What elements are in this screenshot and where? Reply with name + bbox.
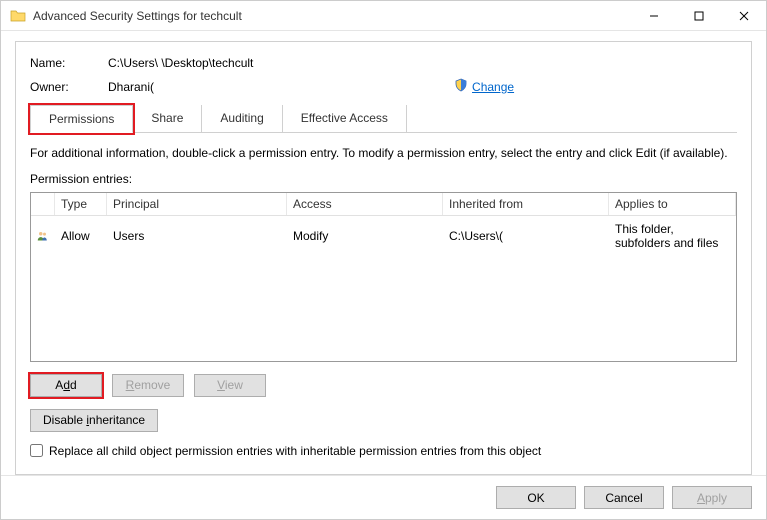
cell-applies: This folder, subfolders and files	[609, 220, 736, 252]
window-root: Advanced Security Settings for techcult …	[0, 0, 767, 520]
name-label: Name:	[30, 56, 108, 70]
users-icon	[31, 227, 55, 245]
add-label: Add	[55, 378, 76, 392]
table-row[interactable]: Allow Users Modify C:\Users\( This folde…	[31, 216, 736, 256]
owner-row: Owner: Dharani( Change	[30, 78, 737, 95]
add-button[interactable]: Add	[30, 374, 102, 397]
replace-checkbox-row[interactable]: Replace all child object permission entr…	[30, 444, 737, 458]
content-area: Name: C:\Users\ \Desktop\techcult Owner:…	[1, 31, 766, 475]
apply-label: Apply	[697, 491, 727, 505]
replace-checkbox[interactable]	[30, 444, 43, 457]
close-button[interactable]	[721, 1, 766, 30]
cell-principal: Users	[107, 227, 287, 245]
col-principal[interactable]: Principal	[107, 193, 287, 215]
cell-type: Allow	[55, 227, 107, 245]
tab-effective-access[interactable]: Effective Access	[283, 105, 407, 132]
col-icon	[31, 193, 55, 215]
name-row: Name: C:\Users\ \Desktop\techcult	[30, 56, 737, 70]
col-type[interactable]: Type	[55, 193, 107, 215]
col-access[interactable]: Access	[287, 193, 443, 215]
remove-button: Remove	[112, 374, 184, 397]
replace-label: Replace all child object permission entr…	[49, 444, 541, 458]
maximize-button[interactable]	[676, 1, 721, 30]
view-button: View	[194, 374, 266, 397]
inner-panel: Name: C:\Users\ \Desktop\techcult Owner:…	[15, 41, 752, 475]
remove-label: Remove	[126, 378, 171, 392]
dialog-footer: OK Cancel Apply	[1, 475, 766, 519]
cell-inherited: C:\Users\(	[443, 227, 609, 245]
view-label: View	[217, 378, 243, 392]
tab-auditing[interactable]: Auditing	[202, 105, 282, 132]
disable-inheritance-button[interactable]: Disable inheritance	[30, 409, 158, 432]
entry-buttons: Add Remove View	[30, 374, 737, 397]
grid-header: Type Principal Access Inherited from App…	[31, 193, 736, 216]
col-inherited[interactable]: Inherited from	[443, 193, 609, 215]
minimize-button[interactable]	[631, 1, 676, 30]
cancel-button[interactable]: Cancel	[584, 486, 664, 509]
apply-button: Apply	[672, 486, 752, 509]
folder-icon	[9, 7, 27, 25]
tab-bar: Permissions Share Auditing Effective Acc…	[30, 105, 737, 133]
ok-button[interactable]: OK	[496, 486, 576, 509]
owner-label: Owner:	[30, 80, 108, 94]
window-title: Advanced Security Settings for techcult	[33, 9, 631, 23]
cell-access: Modify	[287, 227, 443, 245]
shield-icon	[454, 78, 468, 95]
change-link[interactable]: Change	[472, 80, 514, 94]
name-value: C:\Users\ \Desktop\techcult	[108, 56, 253, 70]
inheritance-row: Disable inheritance	[30, 409, 737, 432]
col-applies[interactable]: Applies to	[609, 193, 736, 215]
owner-value: Dharani(	[108, 80, 154, 94]
change-owner[interactable]: Change	[454, 78, 514, 95]
entries-label: Permission entries:	[30, 172, 737, 186]
titlebar: Advanced Security Settings for techcult	[1, 1, 766, 31]
disable-inheritance-label: Disable inheritance	[43, 413, 145, 427]
tab-share[interactable]: Share	[133, 105, 202, 132]
permissions-grid[interactable]: Type Principal Access Inherited from App…	[30, 192, 737, 362]
tab-permissions[interactable]: Permissions	[30, 105, 133, 133]
help-text: For additional information, double-click…	[30, 145, 737, 162]
